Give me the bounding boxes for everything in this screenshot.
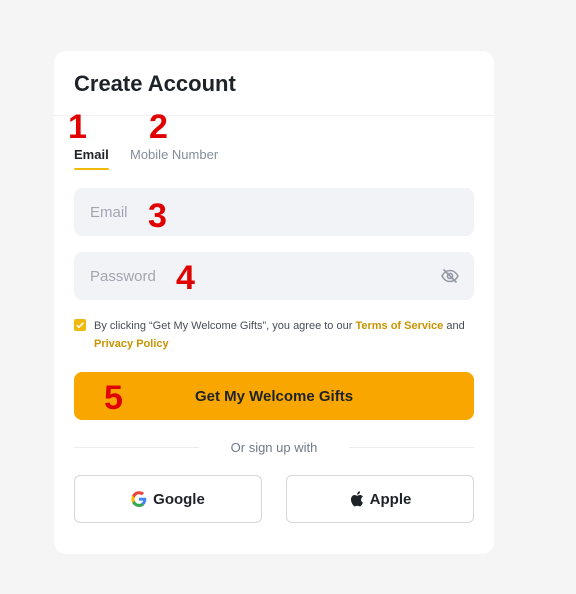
check-icon: [76, 322, 84, 329]
tab-mobile-number[interactable]: Mobile Number: [130, 147, 218, 162]
eye-slash-icon[interactable]: [440, 266, 460, 286]
google-icon: [131, 491, 147, 507]
google-signup-button[interactable]: Google: [74, 475, 262, 523]
apple-signup-button[interactable]: Apple: [286, 475, 474, 523]
agreement-prefix: By clicking “Get My Welcome Gifts”, you …: [94, 320, 356, 332]
or-sign-up-divider: Or sign up with: [54, 440, 494, 455]
google-label: Google: [153, 490, 205, 508]
annotation-marker-5: 5: [104, 379, 123, 417]
annotation-marker-3: 3: [148, 197, 167, 235]
apple-icon: [350, 491, 363, 507]
annotation-marker-2: 2: [149, 108, 168, 146]
annotation-marker-1: 1: [68, 108, 87, 146]
agree-checkbox[interactable]: [74, 319, 86, 331]
create-account-card: Create Account Email Mobile Number By cl…: [54, 51, 494, 554]
page-title: Create Account: [74, 71, 236, 96]
password-input[interactable]: [74, 252, 474, 300]
privacy-policy-link[interactable]: Privacy Policy: [94, 338, 169, 350]
agreement-text: By clicking “Get My Welcome Gifts”, you …: [94, 317, 484, 353]
tab-email[interactable]: Email: [74, 147, 109, 170]
terms-of-service-link[interactable]: Terms of Service: [355, 320, 443, 332]
agreement-middle: and: [443, 320, 465, 332]
email-input[interactable]: [74, 188, 474, 236]
header-divider: [54, 115, 494, 116]
or-sign-up-text: Or sign up with: [216, 440, 332, 455]
get-welcome-gifts-button[interactable]: Get My Welcome Gifts: [74, 372, 474, 420]
annotation-marker-4: 4: [176, 259, 195, 297]
apple-label: Apple: [369, 490, 412, 508]
